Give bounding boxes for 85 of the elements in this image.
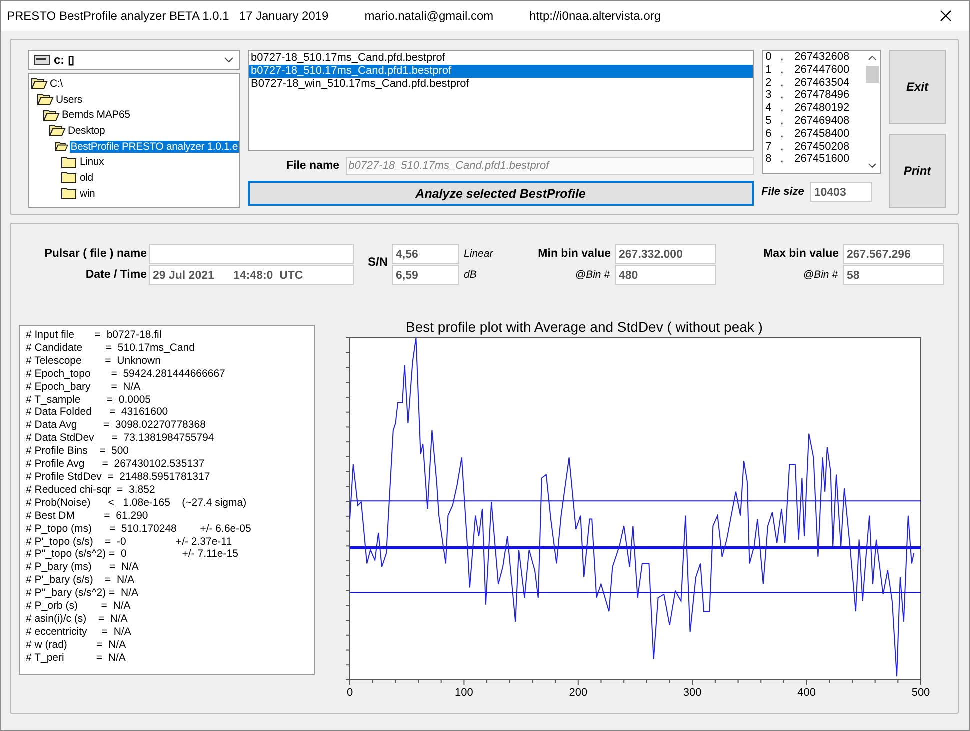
bin-item[interactable]: 1 , 267447600 — [766, 64, 865, 77]
info-line: # P''_topo (s/s^2) = 0 +/- 7.11e-15 — [26, 548, 240, 562]
action-button[interactable]: Print — [889, 134, 946, 208]
info-line: # P''_bary (s/s^2) = N/A — [26, 587, 140, 600]
unit-label: Linear — [464, 248, 494, 260]
info-line: # Epoch_bary = N/A — [26, 380, 142, 394]
info-line: # Prob(Noise) < 1.08e-165 (~27.4 sigma) — [26, 496, 248, 510]
bin-item[interactable]: 0 , 267432608 — [766, 51, 865, 64]
info-line: # P_bary (ms) = N/A — [26, 561, 140, 574]
scroll-thumb[interactable] — [866, 66, 879, 83]
bin-item[interactable]: 4 , 267480192 — [766, 102, 865, 115]
info-line: # P'_topo (s/s) = -0 +/- 2.37e-11 — [26, 536, 234, 548]
file-name-label: File name — [286, 160, 340, 172]
bin-item[interactable]: 5 , 267469408 — [766, 114, 865, 128]
bin-item[interactable]: 8 , 267451600 — [766, 153, 865, 166]
x-tick-label: 200 — [569, 687, 588, 699]
folder-item[interactable]: Desktop — [67, 124, 106, 137]
info-line: # asin(i)/c (s) = N/A — [26, 612, 129, 626]
info-line: # Epoch_topo = 59424.281444666667 — [26, 368, 226, 381]
folder-item[interactable]: BestProfile PRESTO analyzer 1.0.1.e — [70, 140, 239, 153]
drive-icon — [34, 55, 50, 65]
info-line: # Profile Bins = 500 — [26, 445, 130, 458]
info-line: # Profile Avg = 267430102.535137 — [26, 458, 206, 471]
info-line: # Candidate = 510.17ms_Cand — [26, 342, 196, 355]
file-size-label: File size — [762, 186, 804, 198]
bin-item[interactable]: 2 , 267463504 — [766, 76, 865, 90]
info-line: # T_peri = N/A — [26, 652, 127, 665]
scroll-down-icon[interactable] — [868, 163, 877, 169]
date-time-field: 29 Jul 2021 14:48:0 UTC — [149, 265, 354, 285]
scroll-up-icon[interactable] — [868, 55, 877, 61]
info-line: # Data StdDev = 73.1381984755794 — [26, 432, 216, 446]
folder-item[interactable]: win — [79, 188, 96, 200]
info-line: # Input file = b0727-18.fil — [26, 329, 163, 342]
info-line: # Data Folded = 43161600 — [26, 406, 170, 420]
sn-db-field: 6,59 — [392, 265, 460, 285]
bin-number-label: @Bin # — [802, 269, 840, 281]
analyze-button[interactable]: Analyze selected BestProfile — [248, 181, 754, 206]
folder-item[interactable]: old — [79, 172, 94, 184]
author-email: mario.natali@gmail.com — [364, 9, 494, 23]
x-tick-label: 300 — [683, 687, 702, 699]
sn-label: S/N — [368, 255, 388, 269]
chevron-down-icon — [224, 57, 234, 63]
date-time-label: Date / Time — [84, 269, 147, 281]
info-line: # T_sample = 0.0005 — [26, 394, 152, 406]
bin-number-field: 58 — [843, 265, 944, 285]
folder-item[interactable]: Linux — [79, 156, 106, 168]
x-tick-label: 500 — [912, 687, 930, 699]
bin-value-label: Min bin value — [537, 248, 612, 260]
bin-number-field: 480 — [615, 265, 716, 285]
info-line: # w (rad) = N/A — [26, 638, 128, 652]
x-tick-label: 0 — [346, 687, 354, 699]
window-title: PRESTO BestProfile analyzer BETA 1.0.1 17 January 2019 — [7, 9, 329, 23]
info-line: # Profile StdDev = 21488.5951781317 — [26, 470, 212, 484]
folder-item[interactable]: Users — [55, 94, 84, 106]
info-line: # P_topo (ms) = 510.170248 +/- 6.6e-05 — [26, 522, 252, 536]
chart-title: Best profile plot with Average and StdDev ( without peak ) — [406, 319, 764, 337]
action-button[interactable]: Exit — [889, 50, 946, 124]
folder-item[interactable]: Bernds MAP65 — [61, 109, 132, 122]
file-item[interactable]: B0727-18_win_510.17ms_Cand.pfd.bestprof — [249, 78, 753, 91]
bin-item[interactable]: 7 , 267450208 — [766, 140, 865, 154]
unit-label: dB — [464, 269, 478, 281]
pulsar-name-label: Pulsar ( file ) name — [44, 248, 147, 260]
file-size-field: 10403 — [810, 182, 872, 202]
file-item[interactable]: b0727-18_510.17ms_Cand.pfd1.bestprof — [249, 65, 753, 78]
bin-item[interactable]: 6 , 267458400 — [766, 128, 865, 141]
info-line: # eccentricity = N/A — [26, 626, 132, 639]
close-icon[interactable] — [940, 10, 952, 22]
bin-value-field: 267.567.296 — [843, 244, 944, 264]
x-tick-label: 400 — [798, 687, 816, 699]
bin-value-label: Max bin value — [762, 248, 840, 260]
info-line: # P_orb (s) = N/A — [26, 600, 132, 613]
bin-number-label: @Bin # — [574, 269, 612, 281]
info-line: # Telescope = Unknown — [26, 354, 162, 368]
file-item[interactable]: b0727-18_510.17ms_Cand.pfd.bestprof — [249, 52, 753, 65]
info-line: # Data Avg = 3098.02270778368 — [26, 419, 207, 432]
info-line: # P'_bary (s/s) = N/A — [26, 574, 136, 588]
info-line: # Reduced chi-sqr = 3.852 — [26, 484, 156, 497]
bin-value-field: 267.332.000 — [615, 244, 716, 264]
website-url: http://i0naa.altervista.org — [530, 9, 662, 23]
drive-dropdown[interactable]: c: ▯ — [28, 50, 240, 70]
sn-linear-field: 4,56 — [392, 244, 460, 264]
folder-item[interactable]: C:\ — [49, 78, 64, 90]
info-line: # Best DM = 61.290 — [26, 510, 150, 523]
x-tick-label: 100 — [455, 687, 474, 699]
bin-item[interactable]: 3 , 267478496 — [766, 89, 865, 102]
